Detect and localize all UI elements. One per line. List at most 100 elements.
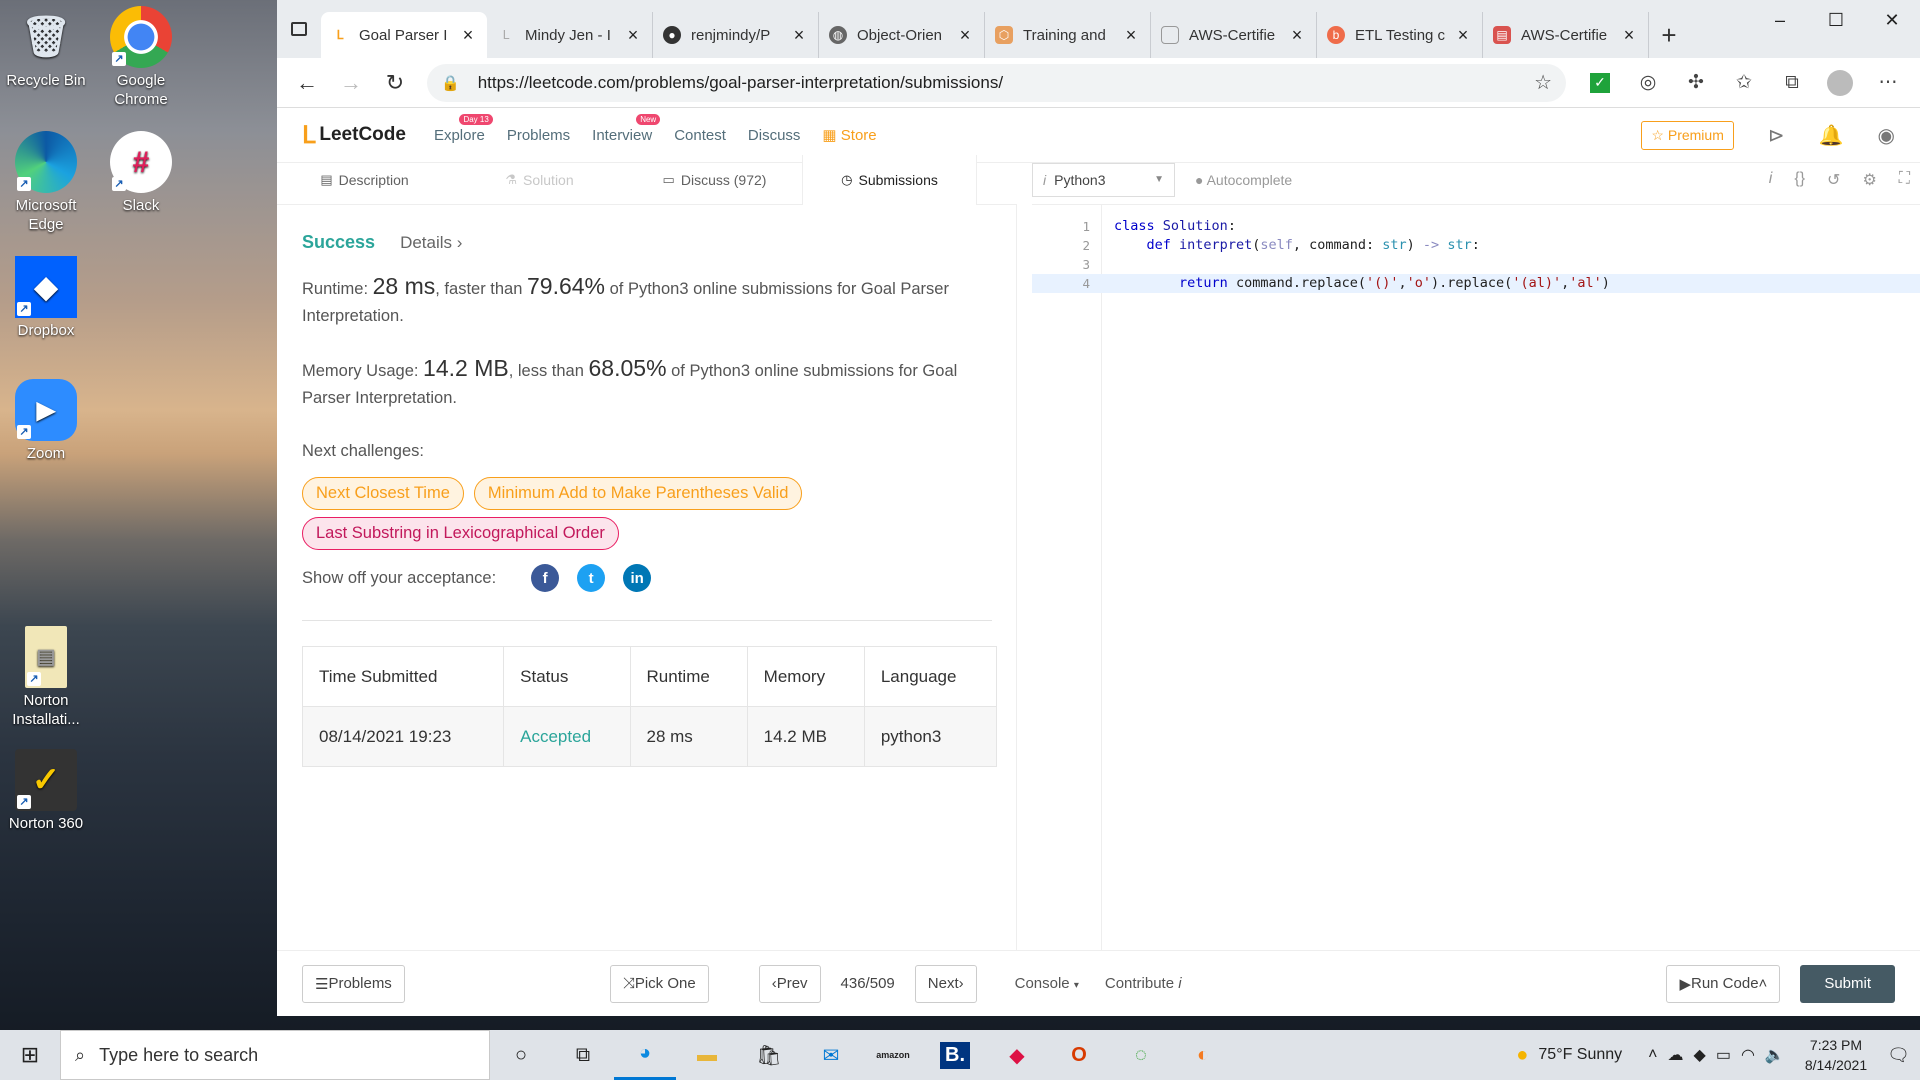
maximize-button[interactable]: ☐ [1808, 0, 1864, 40]
refresh-button[interactable]: ↻ [373, 63, 417, 103]
forward-button[interactable]: → [329, 63, 373, 103]
tab-aws-cert-2[interactable]: ▤ AWS-Certifie × [1483, 12, 1649, 58]
tab-etl-testing[interactable]: b ETL Testing c × [1317, 12, 1483, 58]
taskbar-office[interactable]: O [1048, 1030, 1110, 1080]
close-tab-icon[interactable]: × [624, 25, 642, 46]
tab-solution[interactable]: ⚗ Solution [452, 155, 627, 204]
nav-problems[interactable]: Problems [507, 127, 570, 144]
extension-check-button[interactable]: ✓ [1576, 63, 1624, 103]
task-view-button[interactable]: ⧉ [552, 1030, 614, 1080]
braces-icon[interactable]: {} [1794, 170, 1805, 190]
tab-training[interactable]: ⬡ Training and × [985, 12, 1151, 58]
nav-contest[interactable]: Contest [674, 127, 726, 144]
challenge-chip[interactable]: Last Substring in Lexicographical Order [302, 517, 619, 550]
url-bar[interactable]: 🔒 https://leetcode.com/problems/goal-par… [427, 63, 1566, 102]
premium-button[interactable]: ☆ Premium [1641, 120, 1734, 150]
taskbar-amazon[interactable]: amazon [862, 1030, 924, 1080]
dropbox-tray-icon[interactable]: ◆ [1694, 1045, 1706, 1065]
taskbar-explorer[interactable]: ▬ [676, 1030, 738, 1080]
taskbar-app-orange[interactable]: ◐ [1172, 1030, 1234, 1080]
nav-interview[interactable]: Interview New [592, 113, 661, 144]
tab-submissions[interactable]: ◷ Submissions [802, 155, 977, 205]
taskbar-store[interactable]: 🛍 [738, 1030, 800, 1080]
info-icon[interactable]: i [1769, 170, 1773, 190]
console-toggle[interactable]: Console ▾ [1015, 975, 1079, 992]
taskbar-mail[interactable]: ✉ [800, 1030, 862, 1080]
desktop-icon-chrome[interactable]: ↗ Google Chrome [95, 0, 187, 109]
desktop-icon-slack[interactable]: # ↗ Slack [95, 125, 187, 215]
close-tab-icon[interactable]: × [1288, 25, 1306, 46]
notifications-icon[interactable]: 🗨 [1887, 1045, 1910, 1066]
facebook-icon[interactable]: f [531, 564, 560, 592]
nav-explore[interactable]: Explore Day 13 [434, 113, 493, 144]
back-button[interactable]: ← [285, 63, 329, 103]
close-tab-icon[interactable]: × [956, 25, 974, 46]
wifi-icon[interactable]: ◠ [1741, 1045, 1755, 1065]
autocomplete-toggle[interactable]: ● Autocomplete [1195, 172, 1292, 188]
user-avatar-icon[interactable]: ◉ [1878, 123, 1895, 148]
problems-list-button[interactable]: ☰ Problems [302, 964, 405, 1003]
cortana-button[interactable]: ○ [490, 1030, 552, 1080]
settings-more-button[interactable]: ⋯ [1864, 63, 1912, 103]
linkedin-icon[interactable]: in [623, 564, 652, 592]
code-editor[interactable]: 1 class Solution: 2 def interpret(self, c… [1032, 205, 1920, 950]
start-button[interactable]: ⊞ [0, 1030, 60, 1080]
tab-description[interactable]: ▤ Description [277, 155, 452, 204]
taskbar-booking[interactable]: B. [924, 1030, 986, 1080]
weather-text[interactable]: 75°F Sunny [1538, 1046, 1622, 1064]
close-tab-icon[interactable]: × [1620, 25, 1638, 46]
minimize-button[interactable]: – [1752, 0, 1808, 40]
cell-status[interactable]: Accepted [503, 706, 631, 767]
cloud-icon[interactable]: ☁ [1668, 1045, 1684, 1065]
desktop-icon-zoom[interactable]: ▶ ↗ Zoom [0, 373, 92, 463]
close-tab-icon[interactable]: × [459, 25, 477, 46]
favorites-button[interactable]: ✩ [1720, 63, 1768, 103]
add-favorite-icon[interactable]: ☆ [1534, 70, 1552, 95]
extension-fingerprint-button[interactable]: ◎ [1624, 63, 1672, 103]
pick-one-button[interactable]: ⤨ Pick One [609, 964, 709, 1003]
tab-github[interactable]: ● renjmindy/P × [653, 12, 819, 58]
bell-icon[interactable]: 🔔 [1819, 123, 1844, 148]
tab-goal-parser[interactable]: ᒪ Goal Parser I × [321, 12, 487, 58]
tab-object-oriented[interactable]: ◍ Object-Orien × [819, 12, 985, 58]
chevron-up-icon[interactable]: ˄ [1648, 1046, 1657, 1064]
taskbar-search[interactable]: ⌕ Type here to search [60, 1030, 490, 1080]
nav-store[interactable]: ▦ Store [822, 126, 876, 144]
contribute-link[interactable]: Contribute i [1105, 975, 1182, 992]
taskbar-app-ring[interactable]: ◌ [1110, 1030, 1172, 1080]
challenge-chip[interactable]: Next Closest Time [302, 477, 464, 510]
submit-button[interactable]: Submit [1800, 964, 1895, 1003]
volume-icon[interactable]: 🔈 [1765, 1045, 1785, 1065]
fullscreen-icon[interactable]: ⛶ [1899, 170, 1910, 190]
profile-button[interactable] [1816, 63, 1864, 103]
close-window-button[interactable]: ✕ [1864, 0, 1920, 40]
clock[interactable]: 7:23 PM 8/14/2021 [1805, 1035, 1867, 1075]
desktop-icon-norton-360[interactable]: ✓ ↗ Norton 360 [0, 743, 92, 833]
tab-discuss[interactable]: ▭ Discuss (972) [627, 155, 802, 204]
reset-icon[interactable]: ↺ [1827, 170, 1840, 190]
close-tab-icon[interactable]: × [1454, 25, 1472, 46]
desktop-icon-norton-installer[interactable]: ▤ ↗ Norton Installati... [0, 620, 92, 729]
prev-button[interactable]: ‹ Prev [758, 964, 821, 1003]
close-tab-icon[interactable]: × [790, 25, 808, 46]
nav-discuss[interactable]: Discuss [748, 127, 801, 144]
close-tab-icon[interactable]: × [1122, 25, 1140, 46]
settings-icon[interactable]: ⚙ [1862, 170, 1876, 190]
tab-mindy-jen[interactable]: ᒪ Mindy Jen - I × [487, 12, 653, 58]
tab-actions-button[interactable] [277, 0, 321, 58]
battery-icon[interactable]: ▭ [1716, 1045, 1731, 1065]
next-button[interactable]: Next › [914, 964, 977, 1003]
leetcode-logo[interactable]: ᒪ LeetCode [302, 121, 406, 150]
details-link[interactable]: Details › [400, 233, 462, 253]
desktop-icon-dropbox[interactable]: ◆ ↗ Dropbox [0, 250, 92, 340]
extensions-button[interactable]: ✣ [1672, 63, 1720, 103]
challenge-chip[interactable]: Minimum Add to Make Parentheses Valid [473, 477, 803, 510]
collections-button[interactable]: ⧉ [1768, 63, 1816, 103]
desktop-icon-edge[interactable]: ↗ Microsoft Edge [0, 125, 92, 234]
taskbar-app-diamond[interactable]: ◆ [986, 1030, 1048, 1080]
desktop-icon-recycle-bin[interactable]: 🗑 Recycle Bin [0, 0, 92, 90]
run-code-button[interactable]: ▶ Run Code ˄ [1666, 964, 1781, 1003]
language-select[interactable]: i Python3 ▼ [1032, 162, 1175, 197]
twitter-icon[interactable]: t [577, 564, 606, 592]
tab-aws-cert-1[interactable]: AWS-Certifie × [1151, 12, 1317, 58]
